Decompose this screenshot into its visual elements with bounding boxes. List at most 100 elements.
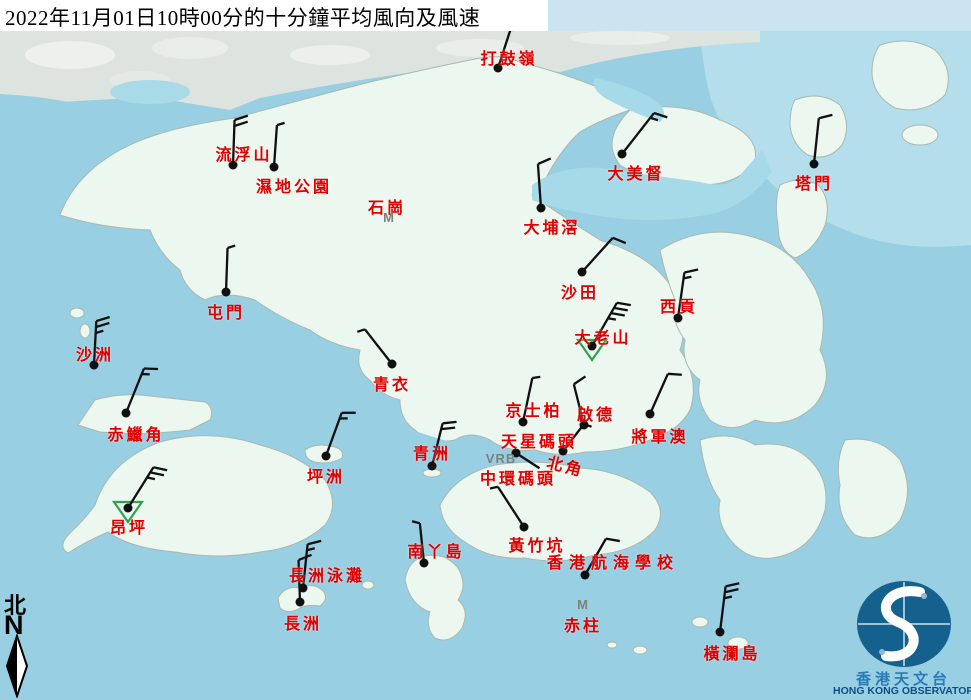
wind-barb-stem: [622, 113, 654, 154]
wind-barb-feather-half: [684, 277, 692, 279]
wind-barb-feather-full: [150, 472, 164, 475]
wind-map-screenshot: 打鼓嶺流浮山濕地公園石崗M大美督塔門大埔滘沙田屯門西貢沙洲大老山青衣赤鱲角京士柏…: [0, 0, 971, 700]
station-sha-tin: [578, 238, 626, 277]
wind-barb-stem: [650, 374, 668, 414]
station-dot: [646, 410, 655, 419]
wind-barb-feather-half: [608, 318, 616, 319]
wind-barb-feather-half: [650, 118, 658, 120]
wind-barb-feather-full: [668, 374, 682, 375]
wind-barb-feather-full: [617, 303, 631, 305]
station-tai-mei-tuk: [618, 113, 668, 158]
station-green-island: [428, 422, 457, 471]
wind-barb-feather-full: [725, 589, 739, 592]
wind-barb-stem: [299, 560, 300, 602]
wind-barb-feather-full: [654, 113, 667, 117]
wind-barb-feather-full: [443, 422, 457, 423]
station-dot: [428, 462, 437, 471]
station-lamma-island: [412, 521, 428, 567]
wind-barb-feather-half: [532, 377, 540, 378]
wind-barb-feather-full: [819, 115, 833, 118]
station-dot: [716, 628, 725, 637]
wind-barb-stem: [523, 378, 532, 422]
wind-barb-stem: [563, 424, 584, 451]
station-dot: [578, 268, 587, 277]
station-dot: [618, 150, 627, 159]
wind-barb-stem: [420, 523, 424, 563]
station-cheung-chau-beach: [299, 541, 322, 593]
wind-barb-feather-full: [153, 467, 167, 470]
station-dot: [122, 409, 131, 418]
station-sai-kung: [674, 270, 699, 323]
station-dot: [90, 361, 99, 370]
station-dot: [420, 559, 429, 568]
wind-barb-stem: [574, 384, 584, 425]
station-north-point: [559, 424, 592, 455]
station-dot: [674, 314, 683, 323]
station-peng-chau: [322, 413, 356, 461]
station-tseung-kwan-o: [646, 374, 682, 419]
station-dot: [581, 571, 590, 580]
wind-barb-stem: [365, 329, 392, 364]
wind-barb-stem: [432, 423, 443, 466]
wind-barb-feather-full: [606, 539, 620, 541]
wind-barb-stem: [582, 238, 613, 272]
wind-barb-stem: [585, 539, 606, 575]
wind-barb-feather-half: [490, 487, 498, 489]
station-hk-sea-school: [581, 539, 620, 580]
title-band: 2022年11月01日10時00分的十分鐘平均風向及風速: [0, 0, 548, 31]
station-layer: [0, 0, 971, 700]
compass-arrow-icon: [2, 634, 42, 698]
station-dot: [270, 163, 279, 172]
station-lau-fau-shan: [229, 116, 248, 170]
wind-barb-stem: [814, 118, 819, 164]
wind-barb-feather-half: [228, 246, 236, 248]
station-kai-tak: [574, 376, 589, 429]
wind-barb-feather-half: [357, 329, 365, 331]
wind-barb-feather-full: [235, 116, 248, 120]
wind-barb-stem: [678, 272, 684, 318]
wind-barb-stem: [274, 125, 277, 167]
station-dot: [512, 449, 521, 458]
station-tates-cairn: [578, 303, 631, 360]
wind-barb-stem: [498, 487, 524, 527]
station-dot: [222, 288, 231, 297]
station-wetland-park: [270, 123, 285, 172]
wind-barb-stem: [233, 120, 235, 165]
wind-barb-stem: [303, 544, 308, 588]
station-ngong-ping: [114, 467, 167, 522]
wind-barb-stem: [538, 164, 541, 208]
station-dot: [519, 418, 528, 427]
wind-barb-feather-full: [441, 428, 455, 429]
station-dot: [537, 204, 546, 213]
wind-barb-stem: [720, 586, 726, 632]
hko-logo-icon: [836, 580, 971, 670]
station-dot: [322, 452, 331, 461]
wind-barb-stem: [226, 248, 228, 292]
wind-barb-feather-half: [277, 123, 285, 125]
wind-barb-feather-full: [96, 317, 109, 321]
wind-barb-stem: [126, 368, 144, 413]
hko-logo-english: HONG KONG OBSERVATORY: [833, 685, 971, 697]
station-tsing-yi: [357, 329, 396, 368]
wind-barb-feather-full: [684, 270, 698, 273]
station-dot: [494, 64, 503, 73]
wind-barb-feather-full: [96, 323, 109, 327]
station-chek-lap-kok: [122, 368, 158, 417]
station-dot: [124, 504, 133, 513]
station-tai-po-kau: [537, 158, 551, 212]
wind-barb-feather-full: [611, 313, 625, 315]
wind-barb-feather-full: [574, 376, 586, 384]
wind-barb-feather-full: [538, 158, 551, 164]
station-waglan-island: [716, 583, 740, 636]
wind-barb-feather-full: [726, 583, 740, 586]
hko-logo: 香港天文台 HONG KONG OBSERVATORY: [836, 580, 971, 700]
wind-barb-feather-half: [147, 477, 155, 479]
wind-barb-stem: [94, 321, 96, 365]
wind-barb-feather-full: [614, 308, 628, 310]
station-star-ferry: [512, 449, 540, 469]
map-title: 2022年11月01日10時00分的十分鐘平均風向及風速: [5, 2, 480, 32]
station-dot: [810, 160, 819, 169]
station-dot: [559, 447, 568, 456]
station-ta-kwu-ling: [494, 24, 527, 73]
north-compass: 北 N: [2, 588, 42, 700]
